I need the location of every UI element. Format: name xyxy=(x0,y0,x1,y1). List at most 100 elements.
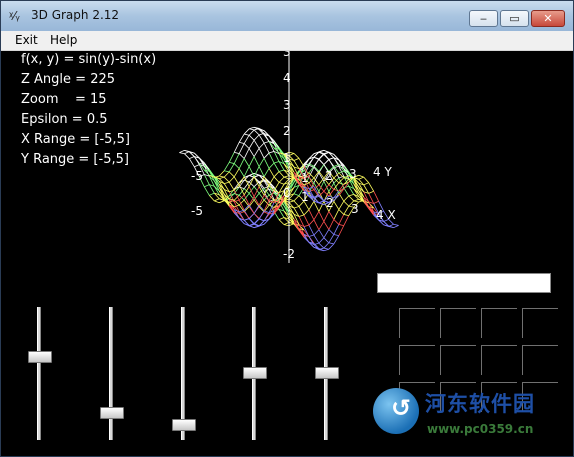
mesh-line xyxy=(318,229,325,239)
mesh-line xyxy=(253,148,260,157)
function-label: f(x, y) = sin(y)-sin(x) xyxy=(21,52,157,67)
mesh-line xyxy=(318,211,325,222)
mesh-line xyxy=(258,157,265,167)
mesh-line xyxy=(253,139,260,149)
neg-tick-label: -5 xyxy=(191,169,203,183)
mesh-line xyxy=(313,234,320,244)
mesh-line xyxy=(358,174,364,178)
menu-exit[interactable]: Exit xyxy=(15,33,38,47)
mesh-line xyxy=(323,247,329,250)
mesh-line xyxy=(283,176,290,180)
mesh-line xyxy=(393,225,399,228)
mesh-line xyxy=(373,200,379,204)
mesh-line xyxy=(303,224,310,227)
mesh-line xyxy=(239,186,245,189)
mesh-line xyxy=(263,142,270,154)
mesh-line xyxy=(333,201,340,210)
slider-1[interactable] xyxy=(28,307,52,440)
mesh-line xyxy=(253,134,260,141)
y-tick-label: 4 Y xyxy=(373,165,392,179)
menu-help[interactable]: Help xyxy=(50,33,77,47)
neg-tick-label: -5 xyxy=(191,204,203,218)
mesh-line xyxy=(273,182,280,191)
mesh-line xyxy=(229,189,235,193)
graph-canvas[interactable]: 3 4 3 2 1 0 -2 1 2 3 4 X1234 Y -5 -5 f(x, y) = sin(y… xyxy=(1,51,573,456)
slider-thumb[interactable] xyxy=(172,419,196,431)
mesh-line xyxy=(238,168,245,177)
mesh-line xyxy=(328,243,335,250)
mesh-line xyxy=(224,170,230,173)
mesh-line xyxy=(238,133,245,143)
slider-thumb[interactable] xyxy=(100,407,124,419)
mesh-line xyxy=(363,176,370,183)
mesh-line xyxy=(333,219,340,225)
slider-thumb[interactable] xyxy=(28,351,52,363)
slider-3[interactable] xyxy=(172,307,196,440)
mesh-line xyxy=(228,181,235,191)
slider-thumb[interactable] xyxy=(243,367,267,379)
watermark-logo-icon: ↺ xyxy=(373,388,419,434)
mesh-line xyxy=(233,176,240,186)
mesh-line xyxy=(288,200,295,203)
mesh-line xyxy=(238,143,245,154)
slider-thumb[interactable] xyxy=(315,367,339,379)
mesh-line xyxy=(393,223,399,226)
mesh-line xyxy=(273,161,280,164)
mesh-line xyxy=(243,128,250,135)
minimize-button[interactable]: ‒ xyxy=(469,10,498,27)
mesh-line xyxy=(293,153,300,159)
mesh-line xyxy=(298,214,305,217)
title-bar[interactable]: ᵡ⁄ᵧ 3D Graph 2.12 ‒ ▭ ✕ xyxy=(1,1,573,31)
minimize-icon: ‒ xyxy=(480,12,487,25)
mesh-line xyxy=(238,153,245,159)
mesh-line xyxy=(273,176,280,183)
z-angle-label: Z Angle = 225 xyxy=(21,72,116,87)
mesh-line xyxy=(209,192,215,196)
mesh-line xyxy=(263,168,270,177)
mesh-line xyxy=(248,139,255,149)
mesh-line xyxy=(194,164,200,168)
mesh-line xyxy=(323,237,330,244)
mesh-line xyxy=(318,154,325,160)
mesh-line xyxy=(243,148,250,159)
maximize-button[interactable]: ▭ xyxy=(500,10,529,27)
mesh-line xyxy=(278,182,285,185)
mesh-line xyxy=(308,209,315,220)
close-button[interactable]: ✕ xyxy=(531,10,565,27)
z-tick-label: 2 xyxy=(283,124,291,138)
mesh-line xyxy=(214,200,220,204)
grid-cell xyxy=(481,345,517,375)
mesh-line xyxy=(234,152,240,154)
mesh-line xyxy=(328,242,334,245)
z-tick-label: 1 xyxy=(283,151,291,165)
mesh-line xyxy=(249,126,255,130)
mesh-line xyxy=(338,214,345,225)
mesh-line xyxy=(328,184,335,190)
mesh-line xyxy=(223,162,230,171)
mesh-line xyxy=(243,166,250,177)
mesh-line xyxy=(328,219,335,230)
expression-input[interactable] xyxy=(377,273,551,293)
slider-5[interactable] xyxy=(315,307,339,440)
mesh-line xyxy=(318,237,325,244)
mesh-line xyxy=(223,171,230,178)
mesh-line xyxy=(293,195,300,202)
slider-2[interactable] xyxy=(100,307,124,440)
grid-cell xyxy=(522,308,558,338)
mesh-line xyxy=(203,186,210,196)
mesh-line xyxy=(308,224,315,236)
mesh-line xyxy=(278,171,285,178)
mesh-line xyxy=(388,226,394,229)
slider-4[interactable] xyxy=(243,307,267,440)
mesh-line xyxy=(238,158,245,169)
watermark: ↺ 河东软件园 www.pc0359.cn xyxy=(373,386,569,446)
mesh-line xyxy=(313,219,320,230)
mesh-line xyxy=(293,193,300,196)
mesh-line xyxy=(308,234,315,237)
mesh-line xyxy=(333,235,340,245)
mesh-line xyxy=(268,152,275,164)
epsilon-label: Epsilon = 0.5 xyxy=(21,112,108,127)
z-tick-label: 3 xyxy=(283,98,291,112)
mesh-line xyxy=(323,159,330,165)
y-tick-label: 1 xyxy=(301,171,309,185)
